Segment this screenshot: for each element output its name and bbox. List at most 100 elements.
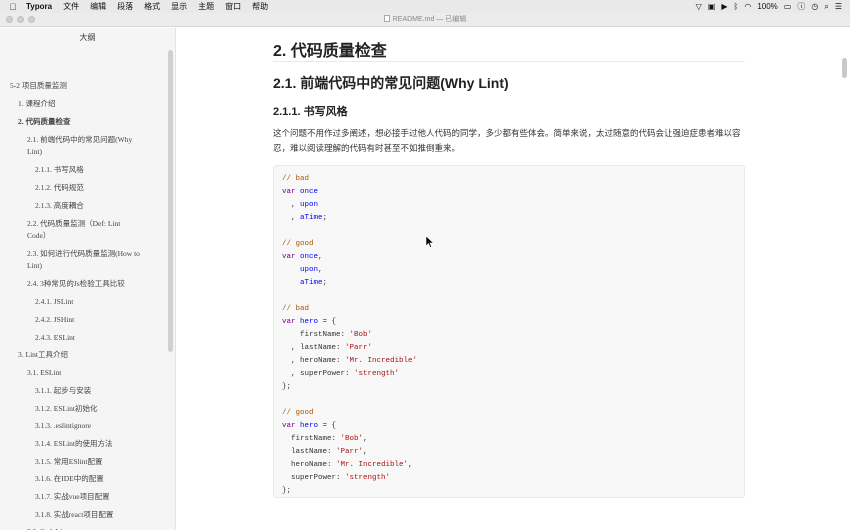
code-token: once	[300, 188, 319, 196]
status-area: ▽ ▣ ▶ ᛒ ◠ 100% ▭ ⓘ ◷ ⌕ ☰	[696, 0, 842, 13]
video-icon[interactable]: ▶	[721, 0, 727, 13]
sidebar-scrollbar[interactable]	[168, 50, 173, 352]
outline-item[interactable]: Code）	[27, 230, 50, 242]
code-token: aTime	[300, 279, 323, 287]
code-token: 'Bob'	[340, 435, 364, 443]
outline-item[interactable]: Lint)	[27, 146, 42, 158]
vectorize-icon[interactable]: ▽	[696, 0, 702, 13]
menu-help[interactable]: 帮助	[252, 1, 268, 12]
code-line: upon,	[282, 264, 323, 277]
info-icon[interactable]: ⓘ	[797, 0, 805, 13]
code-token: 'Mr. Incredible'	[345, 357, 418, 365]
outline-item[interactable]: 2.3. 如何进行代码质量监测(How to	[27, 248, 140, 260]
code-line: , lastName: 'Parr'	[282, 342, 372, 355]
code-token: , lastName:	[282, 344, 346, 352]
search-icon[interactable]: ⌕	[824, 0, 828, 13]
code-block[interactable]: // bad var once , upon , aTime; // good var…	[273, 165, 745, 498]
code-token: ,	[282, 201, 301, 209]
code-line: // bad	[282, 173, 309, 186]
app-menu[interactable]: Typora	[26, 2, 52, 11]
outline-item[interactable]: 2.4.3. ESLint	[35, 332, 75, 344]
code-token: 'Bob'	[349, 331, 373, 339]
code-token: 'Parr'	[336, 448, 364, 456]
code-token: upon	[300, 266, 319, 274]
code-token: hero	[300, 422, 319, 430]
code-token: = {	[318, 422, 337, 430]
sidebar-title: 大纲	[79, 33, 96, 42]
code-line: , superPower: 'strength'	[282, 368, 399, 381]
outline-item[interactable]: 3.1.7. 实战vue项目配置	[35, 491, 110, 503]
outline-item[interactable]: 3.1.5. 常用ESlint配置	[35, 456, 103, 468]
code-token: // bad	[282, 175, 310, 183]
code-line: , aTime;	[282, 212, 327, 225]
menu-edit[interactable]: 编辑	[90, 1, 106, 12]
code-token: };	[282, 383, 292, 391]
code-line: };	[282, 381, 291, 394]
menu-paragraph[interactable]: 段落	[117, 1, 133, 12]
outline-item[interactable]: 2.4.1. JSLint	[35, 296, 73, 308]
code-token: firstName:	[282, 331, 350, 339]
outline-item[interactable]: 3. Lint工具介绍	[18, 349, 68, 361]
code-token: // good	[282, 240, 314, 248]
code-token: var	[282, 422, 296, 430]
outline-item[interactable]: 2. 代码质量检查	[18, 116, 71, 128]
wifi-icon[interactable]: ◠	[744, 0, 751, 13]
screen-icon[interactable]: ▣	[708, 0, 716, 13]
code-token: lastName:	[282, 448, 337, 456]
outline-item[interactable]: 2.4. 3种常见的Js检验工具比较	[27, 278, 125, 290]
outline-item[interactable]: 3.2. StyleLint	[27, 526, 68, 530]
outline-item[interactable]: 3.1.3. .eslintignore	[35, 420, 91, 432]
code-line: var hero = {	[282, 316, 336, 329]
heading-h4: 2.1.1. 书写风格	[273, 106, 348, 118]
menu-bar:  Typora 文件 编辑 段落 格式 显示 主题 窗口 帮助 ▽ ▣ ▶ ᛒ…	[0, 0, 850, 13]
menu-view[interactable]: 显示	[171, 1, 187, 12]
code-line: // good	[282, 238, 314, 251]
outline-item[interactable]: 2.1.1. 书写风格	[35, 164, 84, 176]
code-line: , heroName: 'Mr. Incredible'	[282, 355, 417, 368]
clock-icon[interactable]: ◷	[811, 0, 818, 13]
outline-item[interactable]: 3.1.2. ESLint初始化	[35, 403, 98, 415]
code-token: heroName:	[282, 461, 337, 469]
code-token: ,	[408, 461, 413, 469]
outline-item[interactable]: 5-2 项目质量监测	[10, 80, 67, 92]
code-line: superPower: 'strength'	[282, 472, 390, 485]
menu-format[interactable]: 格式	[144, 1, 160, 12]
outline-item[interactable]: Lint)	[27, 260, 42, 272]
outline-item[interactable]: 3.1. ESLint	[27, 367, 61, 379]
battery-icon[interactable]: ▭	[784, 0, 792, 13]
menu-theme[interactable]: 主题	[198, 1, 214, 12]
outline-item[interactable]: 2.1.2. 代码规范	[35, 182, 84, 194]
list-icon[interactable]: ☰	[835, 0, 842, 13]
editor-pane[interactable]: 2. 代码质量检查 2.1. 前端代码中的常见问题(Why Lint) 2.1.…	[177, 28, 850, 530]
code-token: // good	[282, 409, 314, 417]
code-line: firstName: 'Bob',	[282, 433, 368, 446]
heading-h3: 2.1. 前端代码中的常见问题(Why Lint)	[273, 75, 509, 91]
code-line: firstName: 'Bob'	[282, 329, 372, 342]
heading-h2: 2. 代码质量检查	[273, 43, 387, 60]
code-token: aTime	[300, 214, 323, 222]
menu-window[interactable]: 窗口	[225, 1, 241, 12]
code-token: once	[300, 253, 319, 261]
outline-item[interactable]: 3.1.6. 在IDE中的配置	[35, 473, 104, 485]
apple-icon[interactable]: 	[0, 2, 26, 12]
outline-item[interactable]: 1. 课程介绍	[18, 98, 56, 110]
bluetooth-icon[interactable]: ᛒ	[734, 0, 739, 13]
outline-item[interactable]: 3.1.8. 实战react项目配置	[35, 509, 113, 521]
code-line: lastName: 'Parr',	[282, 446, 368, 459]
editor-scrollbar[interactable]	[842, 58, 847, 78]
outline-item[interactable]: 3.1.4. ESLint的使用方法	[35, 438, 113, 450]
code-token: 'Parr'	[345, 344, 373, 352]
window-edit-status: — 已编辑	[436, 16, 467, 23]
outline-item[interactable]: 2.1.3. 高度耦合	[35, 200, 84, 212]
outline-item[interactable]: 3.1.1. 起步与安装	[35, 385, 91, 397]
menu-file[interactable]: 文件	[63, 1, 79, 12]
code-line: var once	[282, 186, 318, 199]
code-token: , heroName:	[282, 357, 346, 365]
window-titlebar: README.md — 已编辑	[0, 13, 850, 27]
outline-item[interactable]: 2.1. 前端代码中的常见问题(Why	[27, 134, 132, 146]
code-token: = {	[318, 318, 337, 326]
window-title: README.md — 已编辑	[0, 13, 850, 27]
outline-item[interactable]: 2.2. 代码质量监测（Def: Lint	[27, 218, 120, 230]
code-token: firstName:	[282, 435, 341, 443]
outline-item[interactable]: 2.4.2. JSHint	[35, 314, 74, 326]
